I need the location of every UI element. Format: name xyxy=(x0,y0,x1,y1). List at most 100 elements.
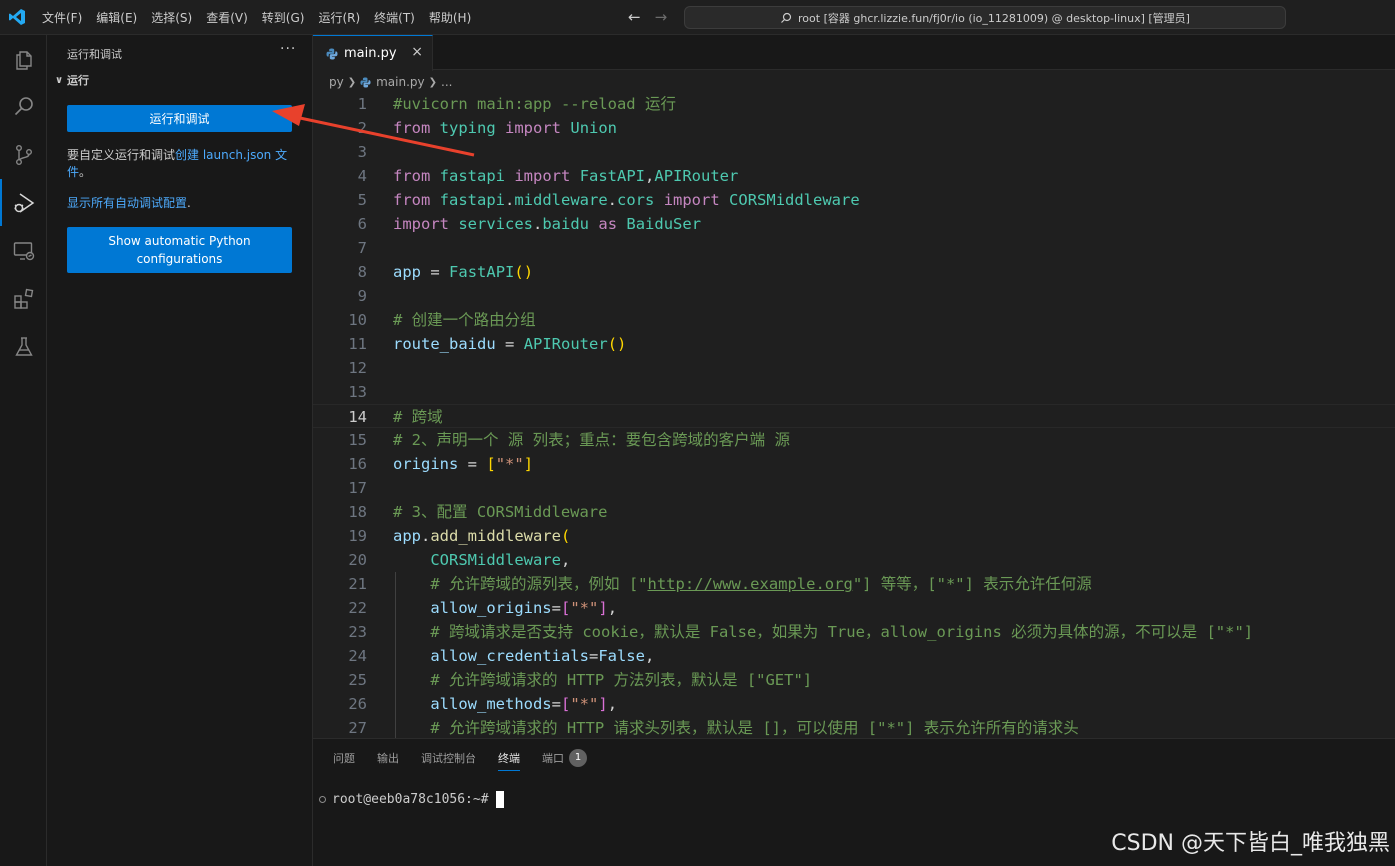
line-number: 24 xyxy=(348,647,367,665)
customize-hint: 要自定义运行和调试创建 launch.json 文件。 xyxy=(67,147,293,181)
line-number: 1 xyxy=(357,95,367,113)
line-number: 7 xyxy=(357,239,367,257)
code-line: 12 xyxy=(313,356,1395,380)
chevron-right-icon: ❯ xyxy=(428,76,438,88)
line-number: 26 xyxy=(348,695,367,713)
show-python-configs-button[interactable]: Show automatic Python configurations xyxy=(67,227,292,273)
close-icon[interactable]: × xyxy=(411,44,423,60)
code-line: 2 from typing import Union xyxy=(313,116,1395,140)
code-line: 21 # 允许跨域的源列表，例如 ["http://www.example.or… xyxy=(313,572,1395,596)
tab-ports[interactable]: 端口 1 xyxy=(542,749,587,771)
customize-text: 要自定义运行和调试 xyxy=(67,148,176,162)
menu-selection[interactable]: 选择(S) xyxy=(151,9,192,26)
breadcrumb-symbol[interactable]: ... xyxy=(441,75,452,89)
line-number: 19 xyxy=(348,527,367,545)
run-debug-icon[interactable] xyxy=(0,179,47,226)
search-icon xyxy=(781,12,792,23)
code-line: 25 # 允许跨域请求的 HTTP 方法列表，默认是 ["GET"] xyxy=(313,668,1395,692)
line-number: 20 xyxy=(348,551,367,569)
show-auto-debug-configs-link[interactable]: 显示所有自动调试配置 xyxy=(67,196,187,210)
extensions-icon[interactable] xyxy=(0,275,47,322)
code-line: 23 # 跨域请求是否支持 cookie，默认是 False，如果为 True，… xyxy=(313,620,1395,644)
line-number: 6 xyxy=(357,215,367,233)
tab-terminal[interactable]: 终端 xyxy=(498,750,520,771)
forward-arrow-icon[interactable]: → xyxy=(655,9,668,25)
code-line: 1 #uvicorn main:app --reload 运行 xyxy=(313,92,1395,116)
terminal-cursor xyxy=(495,791,504,808)
remote-explorer-icon[interactable] xyxy=(0,227,47,274)
run-debug-sidebar: 运行和调试 ··· ∨ 运行 运行和调试 要自定义运行和调试创建 launch.… xyxy=(47,35,313,866)
more-actions-icon[interactable]: ··· xyxy=(280,41,296,57)
code-line: 8 app = FastAPI() xyxy=(313,260,1395,284)
line-number: 12 xyxy=(348,359,367,377)
title-bar: 文件(F) 编辑(E) 选择(S) 查看(V) 转到(G) 运行(R) 终端(T… xyxy=(0,0,1395,35)
navigation-arrows: ← → xyxy=(628,9,667,25)
code-line: 10 # 创建一个路由分组 xyxy=(313,308,1395,332)
line-number: 27 xyxy=(348,719,367,737)
line-number: 5 xyxy=(357,191,367,209)
code-line: 4 from fastapi import FastAPI,APIRouter xyxy=(313,164,1395,188)
line-number: 25 xyxy=(348,671,367,689)
bottom-panel: 问题 输出 调试控制台 终端 端口 1 root@eeb0a78c1056:~# … xyxy=(313,738,1395,866)
menu-view[interactable]: 查看(V) xyxy=(206,9,248,26)
menu-file[interactable]: 文件(F) xyxy=(42,9,82,26)
tab-debug-console[interactable]: 调试控制台 xyxy=(421,750,476,770)
back-arrow-icon[interactable]: ← xyxy=(628,9,641,25)
line-number: 22 xyxy=(348,599,367,617)
source-control-icon[interactable] xyxy=(0,131,47,178)
panel-tabs: 问题 输出 调试控制台 终端 端口 1 xyxy=(333,749,609,771)
code-line: 17 xyxy=(313,476,1395,500)
line-number: 21 xyxy=(348,575,367,593)
code-line: 3 xyxy=(313,140,1395,164)
terminal[interactable]: root@eeb0a78c1056:~# xyxy=(319,791,504,808)
section-label: 运行 xyxy=(67,74,89,87)
menu-help[interactable]: 帮助(H) xyxy=(429,9,471,26)
tab-output[interactable]: 输出 xyxy=(377,750,399,770)
code-line: 6 import services.baidu as BaiduSer xyxy=(313,212,1395,236)
tab-label: main.py xyxy=(344,46,397,61)
customize-end: 。 xyxy=(79,165,92,179)
python-file-icon xyxy=(326,48,338,59)
show-end: . xyxy=(187,196,191,210)
code-line: 22 allow_origins=["*"], xyxy=(313,596,1395,620)
breadcrumb-folder[interactable]: py xyxy=(329,75,344,89)
watermark: CSDN @天下皆白_唯我独黑 xyxy=(1111,831,1390,856)
breadcrumb: py ❯ main.py ❯ ... xyxy=(329,73,452,91)
search-icon[interactable] xyxy=(0,83,47,130)
menu-run[interactable]: 运行(R) xyxy=(318,9,360,26)
code-editor[interactable]: 1 #uvicorn main:app --reload 运行 2 from typ… xyxy=(313,92,1395,738)
command-decoration-icon xyxy=(319,796,326,803)
line-number: 15 xyxy=(348,431,367,449)
code-line: 27 # 允许跨域请求的 HTTP 请求头列表，默认是 []，可以使用 ["*"… xyxy=(313,716,1395,738)
files-icon[interactable] xyxy=(0,36,47,83)
line-number: 13 xyxy=(348,383,367,401)
menu-edit[interactable]: 编辑(E) xyxy=(96,9,137,26)
editor-tab-bar: main.py × xyxy=(313,35,1395,71)
code-line: 13 xyxy=(313,380,1395,404)
terminal-prompt: root@eeb0a78c1056:~# xyxy=(332,792,489,807)
menu-terminal[interactable]: 终端(T) xyxy=(374,9,415,26)
tab-main-py[interactable]: main.py × xyxy=(313,35,433,71)
tab-ports-label: 端口 xyxy=(542,752,564,765)
line-number: 23 xyxy=(348,623,367,641)
line-number: 16 xyxy=(348,455,367,473)
command-center[interactable]: root [容器 ghcr.lizzie.fun/fj0r/io (io_112… xyxy=(684,6,1286,29)
line-number: 17 xyxy=(348,479,367,497)
python-file-icon xyxy=(360,76,371,88)
tab-problems[interactable]: 问题 xyxy=(333,750,355,770)
run-and-debug-button[interactable]: 运行和调试 xyxy=(67,105,292,132)
vscode-logo-icon xyxy=(9,9,25,25)
code-line: 7 xyxy=(313,236,1395,260)
code-line: 11 route_baidu = APIRouter() xyxy=(313,332,1395,356)
line-number: 2 xyxy=(357,119,367,137)
line-number: 3 xyxy=(357,143,367,161)
command-center-label: root [容器 ghcr.lizzie.fun/fj0r/io (io_112… xyxy=(798,11,1190,25)
run-section-header[interactable]: ∨ 运行 xyxy=(51,72,89,88)
ports-count-badge: 1 xyxy=(569,749,587,767)
testing-icon[interactable] xyxy=(0,323,47,370)
code-line: 5 from fastapi.middleware.cors import COR… xyxy=(313,188,1395,212)
line-number: 9 xyxy=(357,287,367,305)
current-code-line: 14 # 跨域 xyxy=(313,404,1395,428)
menu-go[interactable]: 转到(G) xyxy=(262,9,305,26)
breadcrumb-file[interactable]: main.py xyxy=(376,75,425,89)
